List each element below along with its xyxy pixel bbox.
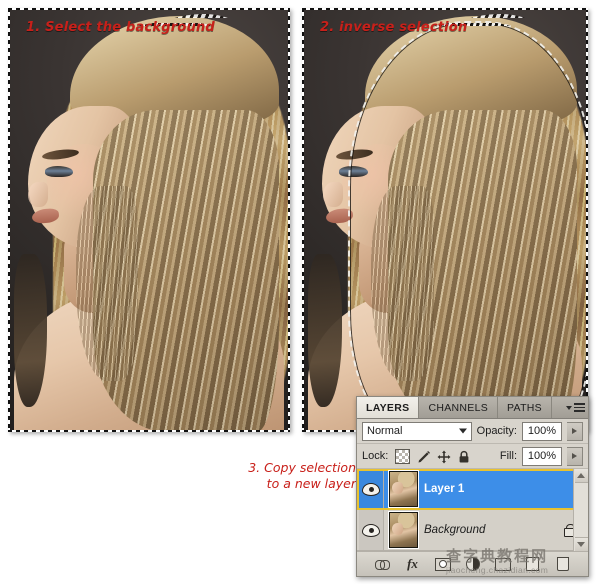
blend-mode-select[interactable]: Normal [362, 421, 472, 441]
blend-opacity-row: Normal Opacity: 100% [357, 419, 588, 444]
tab-layers[interactable]: LAYERS [357, 397, 420, 418]
add-layer-mask-icon[interactable] [434, 557, 451, 571]
eye [44, 165, 73, 177]
step-1-label: 1. Select the background [26, 20, 215, 35]
tab-layers-label: LAYERS [366, 401, 410, 414]
fill-label: Fill: [499, 450, 517, 462]
portrait-subject-right [302, 8, 588, 432]
lock-transparent-pixels-icon[interactable] [395, 448, 411, 464]
hair-wisp [75, 186, 138, 382]
photo-canvas-right [302, 8, 588, 432]
tab-channels-label: CHANNELS [428, 401, 489, 414]
lock-image-pixels-icon[interactable] [417, 450, 431, 463]
tutorial-image-step-1: 1. Select the background [8, 8, 290, 432]
layer-name-label: Layer 1 [424, 483, 465, 495]
hair-wisp [370, 186, 434, 382]
tutorial-image-step-2: 2. inverse selection [302, 8, 588, 432]
eye-icon [362, 482, 380, 496]
portrait-subject-left [8, 8, 290, 432]
step-2-label: 2. inverse selection [320, 20, 468, 35]
layer-thumbnail[interactable] [389, 512, 418, 548]
hair-dark-lock [307, 253, 343, 407]
fill-input[interactable]: 100% [522, 446, 562, 466]
chevron-right-icon [572, 453, 577, 459]
tab-paths[interactable]: PATHS [498, 397, 552, 418]
new-group-icon[interactable] [494, 557, 511, 571]
tab-bar-spacer [551, 397, 562, 418]
fill-stepper[interactable] [567, 446, 583, 466]
opacity-label: Opacity: [476, 425, 517, 437]
lock-icon-group [395, 448, 470, 464]
layers-panel: LAYERS CHANNELS PATHS Normal Opacity: 10… [356, 396, 589, 577]
layer-visibility-toggle[interactable] [359, 469, 384, 509]
adjustment-layer-icon[interactable] [465, 557, 481, 571]
layers-panel-bottom-bar: fx [357, 551, 588, 576]
scroll-up-arrow-icon[interactable] [574, 469, 588, 483]
chevron-right-icon [572, 428, 577, 434]
scroll-down-arrow-icon[interactable] [574, 537, 588, 551]
lock-position-icon[interactable] [437, 450, 451, 463]
delete-layer-icon[interactable] [555, 557, 571, 571]
lock-all-icon[interactable] [457, 450, 470, 463]
blend-mode-value: Normal [367, 425, 403, 437]
nose [322, 181, 343, 208]
panel-menu-triangle-icon [565, 405, 572, 410]
panel-menu-lines-icon [573, 403, 585, 412]
fill-value: 100% [527, 450, 557, 462]
layer-row-layer-1[interactable]: Layer 1 [357, 469, 588, 510]
tab-paths-label: PATHS [507, 401, 542, 414]
tab-channels[interactable]: CHANNELS [419, 397, 499, 418]
layer-name-label: Background [424, 524, 486, 536]
opacity-stepper[interactable] [567, 421, 583, 441]
layer-visibility-toggle[interactable] [359, 510, 384, 550]
eye-icon [362, 523, 380, 537]
layer-style-fx-icon[interactable]: fx [405, 556, 421, 571]
lock-label: Lock: [362, 450, 389, 462]
chevron-down-icon [458, 428, 467, 434]
nose [28, 181, 49, 208]
photo-canvas-left [8, 8, 290, 432]
panel-tab-bar: LAYERS CHANNELS PATHS [357, 397, 588, 419]
panel-menu-icon[interactable] [562, 397, 588, 418]
new-layer-icon[interactable] [525, 557, 541, 571]
layer-row-background[interactable]: Background [357, 510, 588, 551]
lock-fill-row: Lock: Fill: 100% [357, 444, 588, 469]
eye [339, 165, 368, 177]
layer-thumbnail[interactable] [389, 471, 418, 507]
step-3-label: 3. Copy selection to a new layer [248, 460, 356, 491]
opacity-input[interactable]: 100% [522, 421, 562, 441]
link-layers-icon[interactable] [375, 557, 391, 571]
layer-list: Layer 1 Background [357, 469, 588, 551]
layer-list-scrollbar[interactable] [573, 469, 588, 551]
opacity-value: 100% [527, 425, 557, 437]
